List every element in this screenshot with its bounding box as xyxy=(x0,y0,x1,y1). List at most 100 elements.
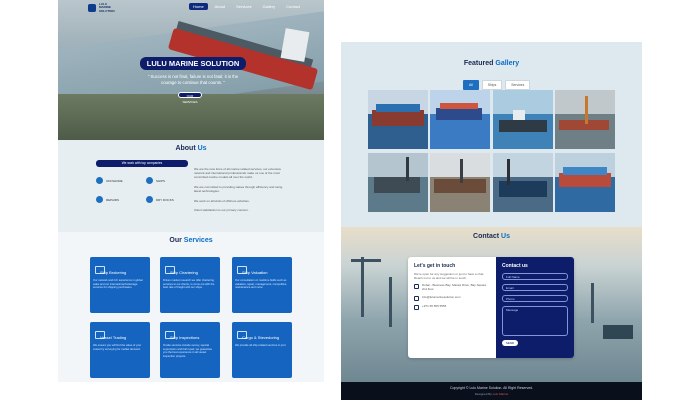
service-card-desc: Onsite services include survey, special … xyxy=(163,344,213,358)
gallery-image[interactable] xyxy=(555,90,615,149)
service-card-title: Vessel Trading xyxy=(100,335,127,340)
about-item-ships: SHIPS xyxy=(146,177,165,184)
phone-icon xyxy=(414,304,419,310)
services-title: Our Services xyxy=(58,237,324,244)
service-card-cargo-stevedoring[interactable]: Cargo & Stevedoring We provide all ship … xyxy=(232,322,292,378)
repair-icon xyxy=(96,196,103,203)
crane-silhouette xyxy=(351,259,381,262)
service-card-desc: Driven market research we offer charteri… xyxy=(163,279,215,290)
service-card-title: Ship Inspections xyxy=(170,335,200,340)
hero-title: LULU MARINE SOLUTION xyxy=(140,57,246,70)
gallery-image[interactable] xyxy=(555,153,615,212)
about-title: About Us xyxy=(58,145,324,152)
gallery-image[interactable] xyxy=(430,90,490,149)
contact-email-row: info@lulumarinesolution.com xyxy=(414,295,492,301)
ship-icon xyxy=(146,177,153,184)
filter-all[interactable]: All xyxy=(463,80,479,90)
contact-form-heading: Contact us xyxy=(502,263,528,269)
contact-phone[interactable]: +971 55 555 5555 xyxy=(422,304,446,309)
contact-title: Contact Us xyxy=(341,233,642,240)
about-item-offshore: OFFSHORE xyxy=(96,177,123,184)
about-item-repairs: REPAIRS xyxy=(96,196,119,203)
screenshot-canvas: LULU MARINE SOLUTION Home About Services… xyxy=(0,0,700,400)
about-paragraph: We work on all kinds of offshore activit… xyxy=(194,199,250,203)
contact-info-desc: We're open for any suggestion or just to… xyxy=(414,272,485,280)
gallery-section: Featured Gallery All Ships Services xyxy=(341,42,642,227)
site-footer: Copyright © Lulu Marine Solution. All Ri… xyxy=(341,382,642,400)
contact-form: Contact us Full Name Email Phone Message… xyxy=(496,257,574,358)
contact-address: Dubai - Business Bay, Marasi Drive, Bay … xyxy=(422,283,487,291)
gallery-filters: All Ships Services xyxy=(463,80,531,90)
footer-copyright: Copyright © Lulu Marine Solution. All Ri… xyxy=(449,386,534,390)
logo-text: LULU MARINE SOLUTION xyxy=(99,2,115,13)
service-card-title: Ship Brokering xyxy=(100,270,127,275)
top-navbar: LULU MARINE SOLUTION Home About Services… xyxy=(58,0,324,14)
about-item-label: REPAIRS xyxy=(106,197,119,202)
phone-field[interactable]: Phone xyxy=(502,295,568,302)
gallery-contact-preview: Featured Gallery All Ships Services Cont… xyxy=(341,42,642,400)
mail-icon xyxy=(414,295,419,301)
service-card-ship-valuation[interactable]: Ship Valuation Our consultation on marit… xyxy=(232,257,292,313)
about-section: About Us We work with top companies OFFS… xyxy=(58,140,324,232)
service-card-ship-inspections[interactable]: Ship Inspections Onsite services include… xyxy=(160,322,220,378)
contact-info: Let's get in touch We're open for any su… xyxy=(414,263,492,310)
service-card-desc: Our consultation on maritime fields such… xyxy=(235,279,287,290)
about-item-label: OFFSHORE xyxy=(106,178,123,183)
about-title-accent: Us xyxy=(197,145,207,152)
logo-icon xyxy=(88,4,96,13)
crane-silhouette xyxy=(361,257,364,317)
homepage-preview: LULU MARINE SOLUTION Home About Services… xyxy=(58,0,324,382)
footer-credit-link[interactable]: Lulu Marine xyxy=(493,392,509,396)
crane-silhouette xyxy=(591,283,594,323)
hero-quote: " Success is not final, failure is not f… xyxy=(147,74,239,85)
crane-silhouette xyxy=(389,277,392,327)
gallery-image[interactable] xyxy=(430,153,490,212)
gallery-image[interactable] xyxy=(368,90,428,149)
full-name-field[interactable]: Full Name xyxy=(502,273,568,280)
service-card-title: Ship Chartering xyxy=(170,270,198,275)
footer-credit: Designed By Lulu Marine xyxy=(341,392,642,396)
about-paragraph: We are the new force of all marine relat… xyxy=(194,167,281,179)
about-paragraph: Client satisfaction is our primary conce… xyxy=(194,208,249,212)
about-item-dry-docks: DRY DOCKS xyxy=(146,196,174,203)
gallery-image[interactable] xyxy=(368,153,428,212)
nav-contact[interactable]: Contact xyxy=(282,3,304,10)
filter-ships[interactable]: Ships xyxy=(481,80,503,90)
hero-section: LULU MARINE SOLUTION Home About Services… xyxy=(58,0,324,140)
nav-about[interactable]: About xyxy=(211,3,229,10)
send-button[interactable]: SEND xyxy=(502,340,518,346)
offshore-icon xyxy=(96,177,103,184)
service-card-title: Ship Valuation xyxy=(242,270,268,275)
nav-gallery[interactable]: Gallery xyxy=(258,3,279,10)
filter-services[interactable]: Services xyxy=(505,80,531,90)
gallery-image[interactable] xyxy=(493,90,553,149)
nav-services[interactable]: Services xyxy=(232,3,255,10)
contact-section: Contact Us Let's get in touch We're open… xyxy=(341,227,642,382)
contact-email[interactable]: info@lulumarinesolution.com xyxy=(422,295,461,300)
about-pill: We work with top companies xyxy=(96,160,188,167)
ship-silhouette xyxy=(603,325,633,339)
our-services-button[interactable]: OUR SERVICES xyxy=(178,92,202,104)
email-field[interactable]: Email xyxy=(502,284,568,291)
nav-home[interactable]: Home xyxy=(189,3,208,10)
gallery-image[interactable] xyxy=(493,153,553,212)
contact-card: Let's get in touch We're open for any su… xyxy=(408,257,574,358)
gallery-title-main: Featured xyxy=(463,60,494,67)
footer-credit-prefix: Designed By xyxy=(474,392,492,396)
location-icon xyxy=(414,284,419,289)
gallery-title-accent: Gallery xyxy=(495,60,520,67)
nav-links: Home About Services Gallery Contact xyxy=(189,3,304,10)
service-card-desc: We ensure you will find the value of you… xyxy=(93,344,142,351)
services-title-accent: Services xyxy=(183,237,213,244)
dock-icon xyxy=(146,196,153,203)
about-title-main: About xyxy=(175,145,196,152)
services-title-main: Our xyxy=(169,237,182,244)
service-card-ship-chartering[interactable]: Ship Chartering Driven market research w… xyxy=(160,257,220,313)
site-logo[interactable]: LULU MARINE SOLUTION xyxy=(88,2,119,13)
about-paragraph: We are committed to providing values thr… xyxy=(194,185,283,193)
service-card-vessel-trading[interactable]: Vessel Trading We ensure you will find t… xyxy=(90,322,150,378)
message-field[interactable]: Message xyxy=(502,306,568,336)
contact-phone-row: +971 55 555 5555 xyxy=(414,304,492,310)
service-card-desc: We provide all ship related services in … xyxy=(235,344,287,347)
service-card-ship-brokering[interactable]: Ship Brokering Our network and rich expe… xyxy=(90,257,150,313)
